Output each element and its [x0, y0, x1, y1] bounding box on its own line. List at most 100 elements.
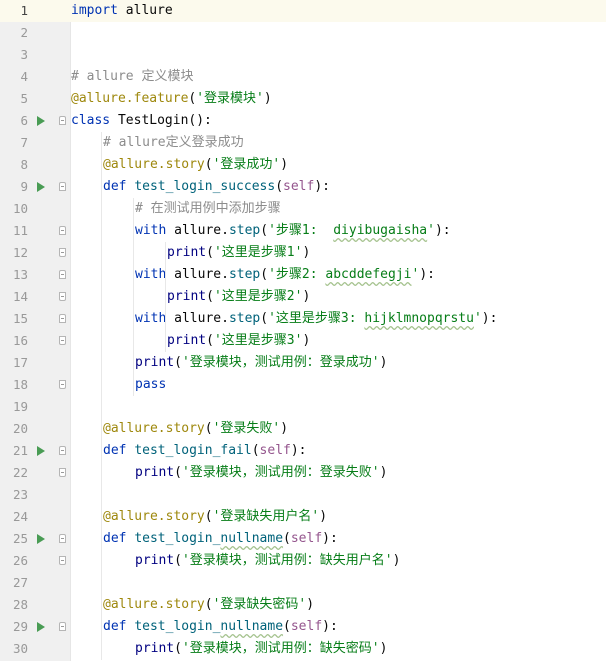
- code-line[interactable]: 16 print('这里是步骤3'): [0, 330, 606, 352]
- code-token: ): [280, 421, 289, 436]
- code-line[interactable]: 5 @allure.feature('登录模块'): [0, 88, 606, 110]
- code-token: ): [302, 245, 311, 260]
- code-text[interactable]: with allure.step('步骤1: diyibugaisha'):: [135, 220, 451, 242]
- code-line[interactable]: 10 # 在测试用例中添加步骤: [0, 198, 606, 220]
- code-token: ): [319, 509, 328, 524]
- code-line[interactable]: 3: [0, 44, 606, 66]
- code-text[interactable]: print('登录模块，测试用例：缺失用户名'): [135, 550, 400, 572]
- code-text[interactable]: # 在测试用例中添加步骤: [135, 198, 281, 220]
- code-line[interactable]: 27: [0, 572, 606, 594]
- indent-guide: [101, 132, 102, 660]
- fold-end-icon[interactable]: [59, 556, 66, 565]
- code-text[interactable]: def test_login_fail(self):: [103, 440, 307, 462]
- code-text[interactable]: with allure.step('这里是步骤3: hijklmnopqrstu…: [135, 308, 497, 330]
- code-text[interactable]: @allure.story('登录缺失密码'): [103, 594, 314, 616]
- run-test-icon[interactable]: [37, 534, 45, 544]
- line-number: 10: [12, 201, 28, 216]
- code-text[interactable]: # allure 定义模块: [71, 66, 193, 88]
- code-line[interactable]: 12 print('这里是步骤1'): [0, 242, 606, 264]
- fold-open-icon[interactable]: [59, 116, 66, 125]
- fold-open-icon[interactable]: [59, 446, 66, 455]
- code-text[interactable]: def test_login_success(self):: [103, 176, 330, 198]
- line-number: 9: [20, 179, 28, 194]
- code-text[interactable]: print('登录模块，测试用例：登录失败'): [135, 462, 387, 484]
- fold-open-icon[interactable]: [59, 270, 66, 279]
- code-text[interactable]: print('这里是步骤3'): [167, 330, 310, 352]
- code-token: nullname: [220, 531, 284, 546]
- fold-open-icon[interactable]: [59, 622, 66, 631]
- code-text[interactable]: import allure: [71, 0, 173, 22]
- code-token: step: [228, 223, 261, 238]
- line-number: 7: [20, 135, 28, 150]
- code-line[interactable]: 17 print('登录模块，测试用例：登录成功'): [0, 352, 606, 374]
- code-line[interactable]: 7 # allure定义登录成功: [0, 132, 606, 154]
- code-line[interactable]: 29 def test_login_nullname(self):: [0, 616, 606, 638]
- code-line[interactable]: 2: [0, 22, 606, 44]
- code-line[interactable]: 21 def test_login_fail(self):: [0, 440, 606, 462]
- code-line[interactable]: 8 @allure.story('登录成功'): [0, 154, 606, 176]
- code-editor[interactable]: 1 import allure 2 3 4 # allure 定义模块 5 @allure.f…: [0, 0, 606, 661]
- line-number: 8: [20, 157, 28, 172]
- code-line[interactable]: 24 @allure.story('登录缺失用户名'): [0, 506, 606, 528]
- fold-open-icon[interactable]: [59, 314, 66, 323]
- code-line[interactable]: 1 import allure: [0, 0, 606, 22]
- line-number: 14: [12, 289, 28, 304]
- code-text[interactable]: def test_login_nullname(self):: [103, 616, 338, 638]
- code-text[interactable]: @allure.story('登录失败'): [103, 418, 288, 440]
- code-line[interactable]: 11 with allure.step('步骤1: diyibugaisha'):: [0, 220, 606, 242]
- code-text[interactable]: print('这里是步骤1'): [167, 242, 310, 264]
- code-text[interactable]: @allure.story('登录成功'): [103, 154, 288, 176]
- code-line[interactable]: 28 @allure.story('登录缺失密码'): [0, 594, 606, 616]
- line-number: 17: [12, 355, 28, 370]
- code-line[interactable]: 9 def test_login_success(self):: [0, 176, 606, 198]
- code-token: step: [228, 311, 261, 326]
- code-text[interactable]: print('登录模块，测试用例：缺失密码'): [135, 638, 387, 660]
- code-token: '这里是步骤3': [213, 333, 303, 348]
- fold-end-icon[interactable]: [59, 468, 66, 477]
- fold-open-icon[interactable]: [59, 534, 66, 543]
- code-text[interactable]: @allure.feature('登录模块'): [71, 88, 272, 110]
- code-token: ): [280, 157, 289, 172]
- fold-end-icon[interactable]: [59, 336, 66, 345]
- code-line[interactable]: 22 print('登录模块，测试用例：登录失败'): [0, 462, 606, 484]
- run-test-icon[interactable]: [37, 182, 45, 192]
- code-line[interactable]: 4 # allure 定义模块: [0, 66, 606, 88]
- code-text[interactable]: class TestLogin():: [71, 110, 212, 132]
- fold-open-icon[interactable]: [59, 226, 66, 235]
- fold-open-icon[interactable]: [59, 182, 66, 191]
- code-line[interactable]: 6 class TestLogin():: [0, 110, 606, 132]
- code-text[interactable]: print('登录模块，测试用例：登录成功'): [135, 352, 387, 374]
- code-text[interactable]: @allure.story('登录缺失用户名'): [103, 506, 327, 528]
- line-number: 21: [12, 443, 28, 458]
- code-line[interactable]: 19: [0, 396, 606, 418]
- code-text[interactable]: with allure.step('步骤2: abcddefegji'):: [135, 264, 435, 286]
- code-token: TestLogin():: [110, 113, 212, 128]
- line-number: 3: [20, 47, 28, 62]
- code-line[interactable]: 30 print('登录模块，测试用例：缺失密码'): [0, 638, 606, 660]
- code-line[interactable]: 15 with allure.step('这里是步骤3: hijklmnopqrs…: [0, 308, 606, 330]
- code-line[interactable]: 20 @allure.story('登录失败'): [0, 418, 606, 440]
- code-line[interactable]: 26 print('登录模块，测试用例：缺失用户名'): [0, 550, 606, 572]
- line-number: 11: [12, 223, 28, 238]
- fold-end-icon[interactable]: [59, 248, 66, 257]
- code-line[interactable]: 13 with allure.step('步骤2: abcddefegji'):: [0, 264, 606, 286]
- run-test-icon[interactable]: [37, 116, 45, 126]
- code-text[interactable]: def test_login_nullname(self):: [103, 528, 338, 550]
- code-token: diyibugaisha: [333, 223, 428, 238]
- code-line[interactable]: 14 print('这里是步骤2'): [0, 286, 606, 308]
- code-token: '登录缺失用户名': [212, 509, 320, 524]
- code-line[interactable]: 18 pass: [0, 374, 606, 396]
- code-text[interactable]: # allure定义登录成功: [103, 132, 244, 154]
- code-text[interactable]: pass: [135, 374, 166, 396]
- code-line[interactable]: 25 def test_login_nullname(self):: [0, 528, 606, 550]
- code-text[interactable]: print('这里是步骤2'): [167, 286, 310, 308]
- line-number: 19: [12, 399, 28, 414]
- run-test-icon[interactable]: [37, 622, 45, 632]
- code-token: (: [283, 531, 291, 546]
- fold-end-icon[interactable]: [59, 292, 66, 301]
- fold-end-icon[interactable]: [59, 380, 66, 389]
- code-token: self: [290, 531, 323, 546]
- run-test-icon[interactable]: [37, 446, 45, 456]
- code-line[interactable]: 23: [0, 484, 606, 506]
- line-number: 20: [12, 421, 28, 436]
